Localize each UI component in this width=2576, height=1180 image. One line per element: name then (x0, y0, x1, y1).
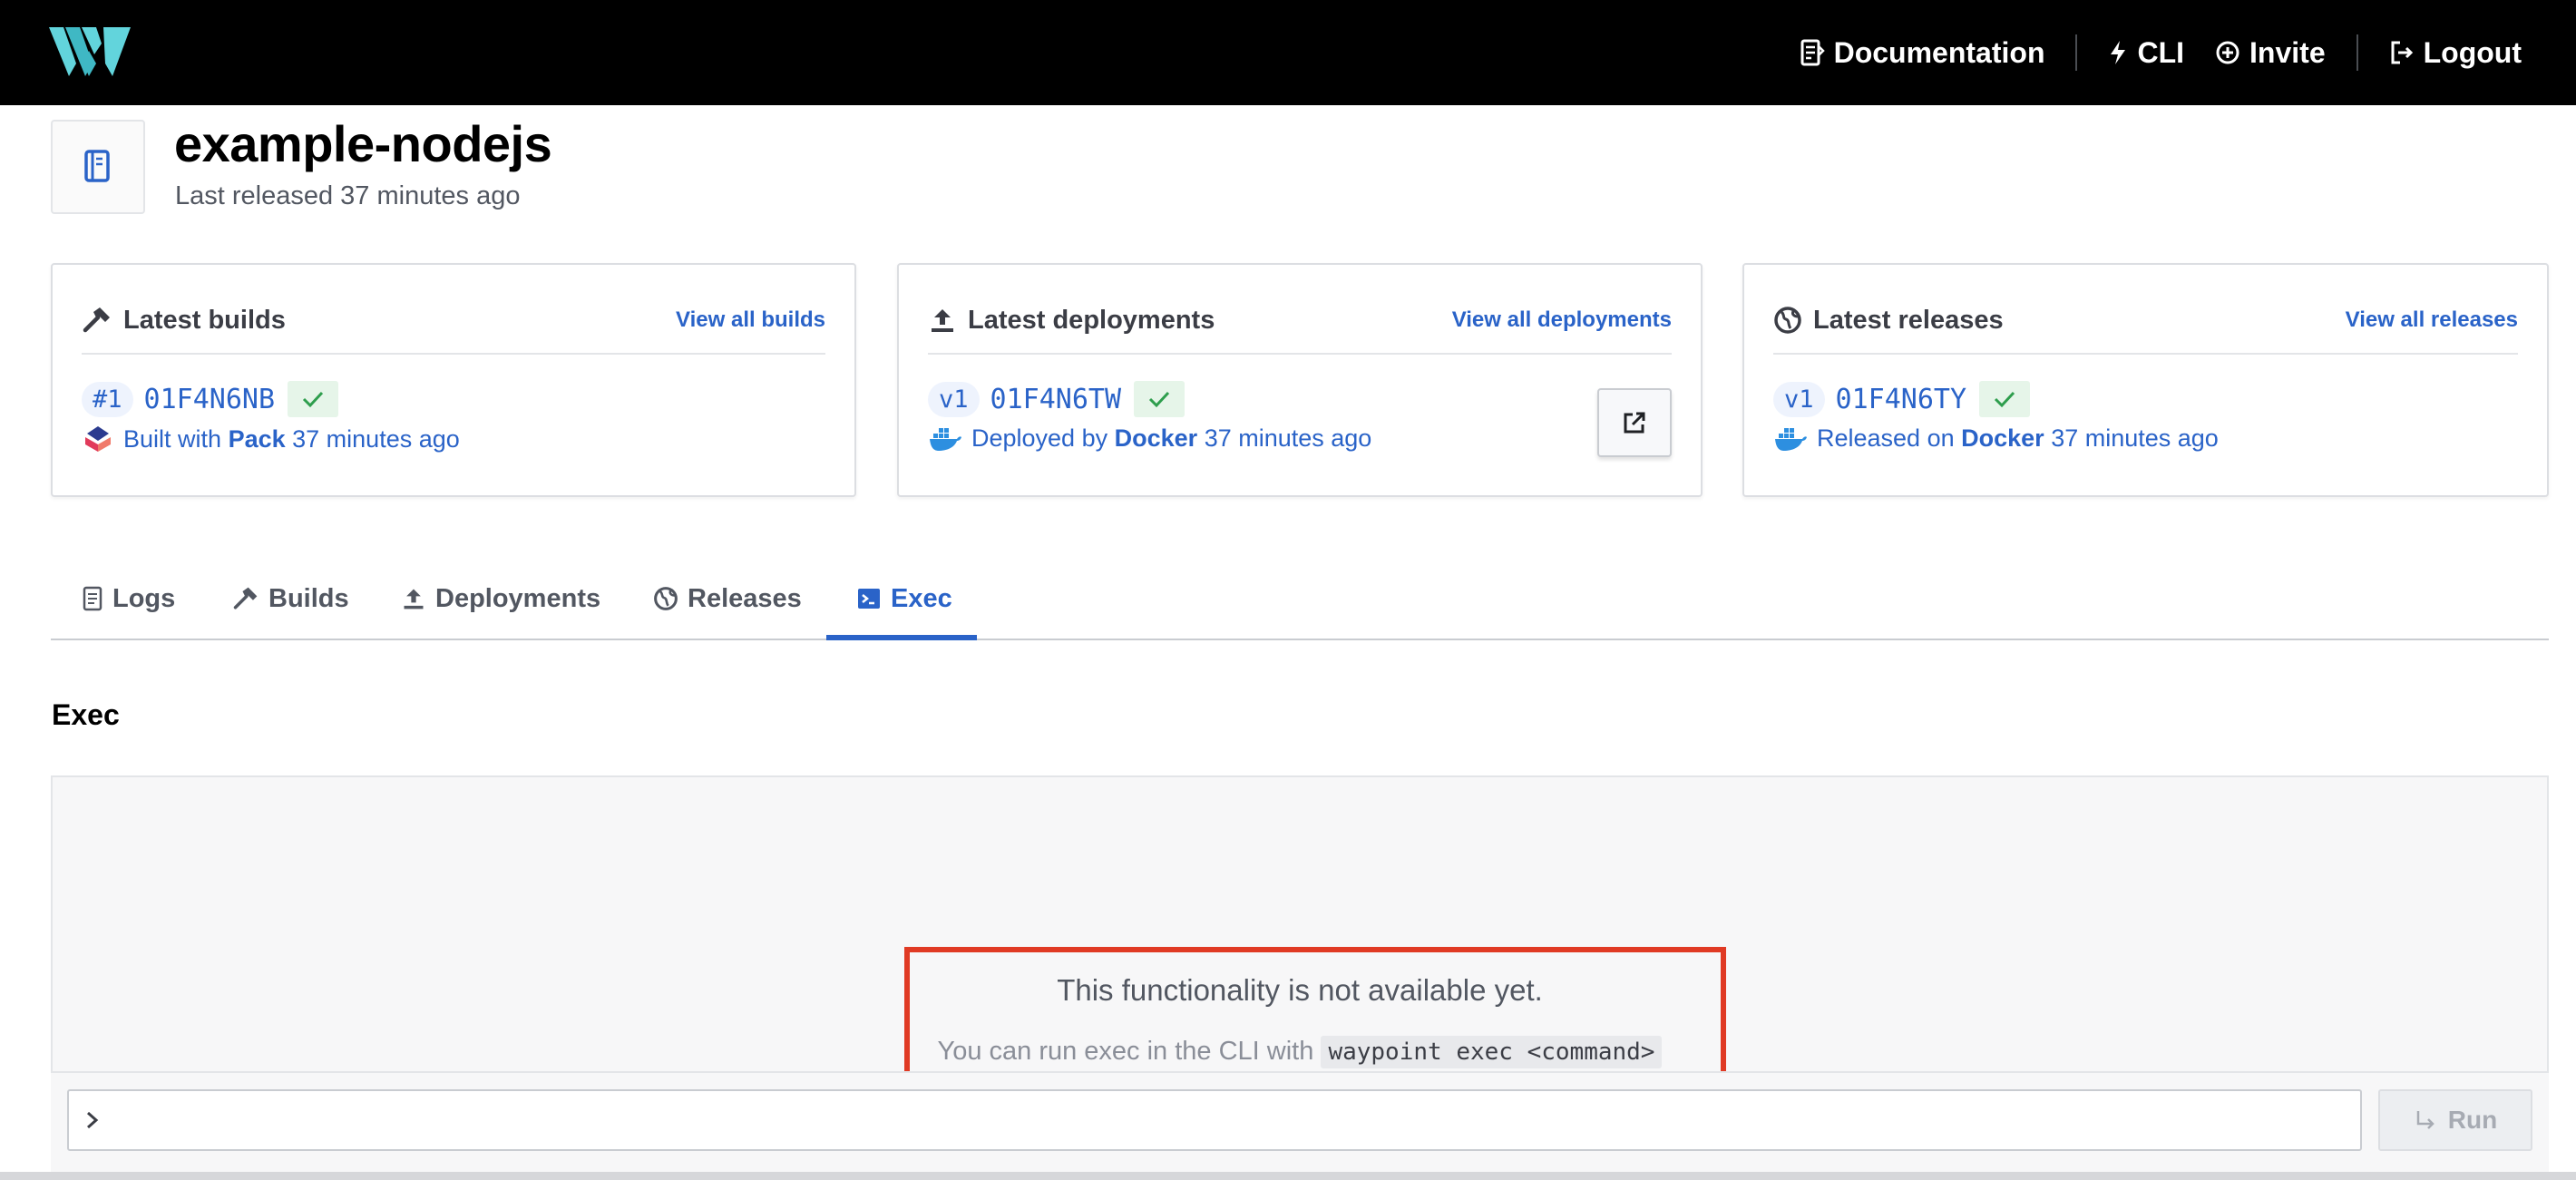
documentation-label: Documentation (1833, 35, 2045, 69)
divider (928, 353, 1672, 355)
logout-label: Logout (2423, 35, 2522, 69)
builder-name: Pack (228, 424, 286, 453)
deployed-by-label: Deployed by (971, 424, 1108, 452)
success-badge (1979, 381, 2031, 417)
release-version-badge: v1 (1773, 381, 1825, 417)
checkmark-icon (302, 391, 324, 408)
repository-icon (84, 150, 110, 182)
project-tabs: Logs Builds Deployments Releases Exec (51, 557, 2549, 640)
document-icon (1800, 39, 1825, 66)
view-all-releases-link[interactable]: View all releases (2346, 307, 2518, 333)
globe-icon (1774, 307, 1801, 334)
chevron-right-icon (87, 1111, 99, 1129)
success-badge (288, 381, 339, 417)
last-released-text: Last released 37 minutes ago (175, 181, 521, 210)
deployment-version-badge: v1 (928, 381, 980, 417)
deployer-name: Docker (1114, 424, 1198, 452)
external-link-icon (1624, 412, 1645, 434)
window-bottom-edge (0, 1172, 2576, 1180)
latest-builds-card: Latest builds View all builds #1 01F4N6N… (51, 263, 856, 497)
built-with-label: Built with (123, 424, 222, 453)
success-badge (1134, 381, 1186, 417)
release-meta-text: Released on Docker 37 minutes ago (1817, 424, 2219, 453)
open-deployment-button[interactable] (1597, 388, 1672, 457)
nav-divider (2075, 34, 2078, 71)
tab-builds[interactable]: Builds (232, 557, 349, 640)
divider (1773, 353, 2518, 355)
project-icon-box (51, 120, 145, 214)
tab-label: Logs (112, 583, 176, 613)
upload-icon (404, 589, 424, 610)
run-label: Run (2447, 1106, 2498, 1134)
project-title: example-nodejs (174, 115, 552, 172)
top-nav-links: Documentation CLI Invite Logout (1800, 0, 2522, 105)
waypoint-logo-icon[interactable] (49, 24, 131, 80)
docker-icon (1775, 427, 1807, 451)
nav-divider (2356, 34, 2358, 71)
tab-logs[interactable]: Logs (82, 557, 175, 640)
cli-link[interactable]: CLI (2108, 36, 2184, 70)
view-all-builds-link[interactable]: View all builds (676, 307, 825, 333)
build-time: 37 minutes ago (292, 424, 460, 453)
logout-link[interactable]: Logout (2389, 36, 2522, 70)
docker-icon (930, 427, 961, 451)
checkmark-icon (1994, 391, 2015, 408)
cli-label: CLI (2137, 35, 2185, 69)
pack-icon (85, 426, 111, 452)
exec-command-input[interactable] (67, 1089, 2362, 1151)
tab-label: Exec (891, 583, 952, 613)
hammer-icon (233, 587, 258, 610)
log-file-icon (83, 586, 102, 611)
tab-label: Deployments (435, 583, 601, 613)
tab-label: Releases (688, 583, 802, 613)
build-id-link[interactable]: 01F4N6NB (144, 384, 276, 415)
build-meta-text: Built with Pack 37 minutes ago (123, 425, 460, 453)
view-all-deployments-link[interactable]: View all deployments (1452, 307, 1672, 333)
invite-label: Invite (2249, 35, 2326, 69)
tab-deployments[interactable]: Deployments (401, 557, 600, 640)
deploy-meta-text: Deployed by Docker 37 minutes ago (971, 424, 1371, 453)
tab-exec[interactable]: Exec (856, 557, 952, 640)
releaser-name: Docker (1961, 424, 2044, 452)
hammer-icon (83, 307, 110, 333)
invite-link[interactable]: Invite (2215, 36, 2326, 70)
upload-icon (932, 309, 953, 332)
checkmark-icon (1148, 391, 1170, 408)
release-time: 37 minutes ago (2051, 424, 2219, 452)
tab-releases[interactable]: Releases (653, 557, 802, 640)
divider (82, 353, 825, 355)
logout-icon (2391, 41, 2413, 64)
return-arrow-icon (2416, 1111, 2435, 1129)
top-navigation-bar: Documentation CLI Invite Logout (0, 0, 2576, 105)
documentation-link[interactable]: Documentation (1800, 35, 2045, 70)
globe-icon (654, 587, 678, 610)
exec-command-bar: Run (51, 1071, 2549, 1180)
run-button[interactable]: Run (2378, 1089, 2532, 1151)
annotation-highlight-box (904, 947, 1726, 1078)
active-tab-indicator (826, 635, 977, 640)
card-title: Latest deployments (968, 305, 1215, 335)
deploy-time: 37 minutes ago (1204, 424, 1372, 452)
lightning-icon (2111, 41, 2126, 64)
build-number-badge: #1 (82, 381, 133, 417)
tab-label: Builds (268, 583, 349, 613)
plus-circle-icon (2216, 41, 2239, 64)
release-id-link[interactable]: 01F4N6TY (1836, 384, 1967, 415)
latest-deployments-card: Latest deployments View all deployments … (897, 263, 1703, 497)
latest-releases-card: Latest releases View all releases v1 01F… (1742, 263, 2549, 497)
terminal-icon (858, 589, 880, 609)
section-title: Exec (52, 698, 120, 731)
deployment-id-link[interactable]: 01F4N6TW (990, 384, 1122, 415)
card-title: Latest builds (123, 305, 286, 335)
card-title: Latest releases (1813, 305, 2004, 335)
released-on-label: Released on (1817, 424, 1955, 452)
